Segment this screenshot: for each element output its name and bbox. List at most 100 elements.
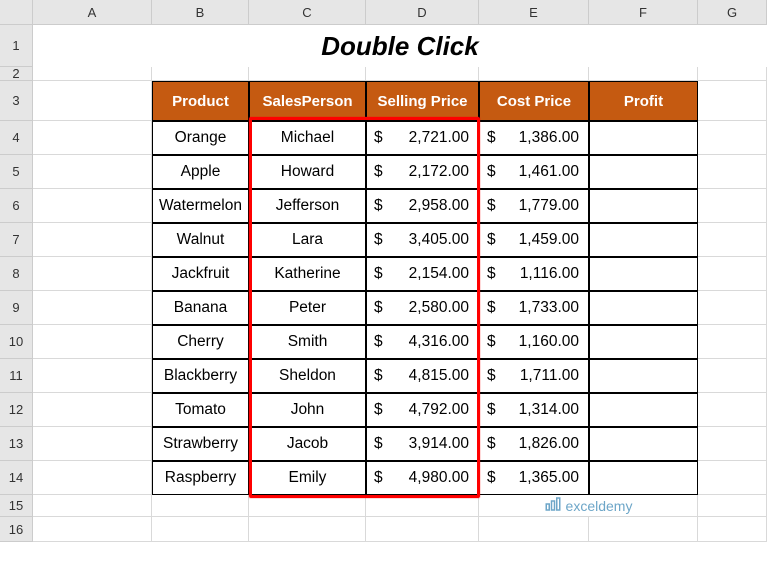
cell-selling-price[interactable]: $4,815.00	[366, 359, 479, 393]
cell-C15[interactable]	[249, 495, 366, 517]
cell-salesperson[interactable]: Lara	[249, 223, 366, 257]
row-header-12[interactable]: 12	[0, 393, 33, 427]
row-header-9[interactable]: 9	[0, 291, 33, 325]
col-header-B[interactable]: B	[152, 0, 249, 25]
col-header-G[interactable]: G	[698, 0, 767, 25]
cell-selling-price[interactable]: $4,316.00	[366, 325, 479, 359]
cell-C16[interactable]	[249, 517, 366, 542]
cell-product[interactable]: Tomato	[152, 393, 249, 427]
cell-profit[interactable]	[589, 393, 698, 427]
cell-G4[interactable]	[698, 121, 767, 155]
cell-product[interactable]: Blackberry	[152, 359, 249, 393]
cell-G13[interactable]	[698, 427, 767, 461]
col-header-A[interactable]: A	[33, 0, 152, 25]
cell-A4[interactable]	[33, 121, 152, 155]
col-header-F[interactable]: F	[589, 0, 698, 25]
cell-B16[interactable]	[152, 517, 249, 542]
select-all-corner[interactable]	[0, 0, 33, 25]
cell-salesperson[interactable]: John	[249, 393, 366, 427]
cell-profit[interactable]	[589, 291, 698, 325]
cell-G2[interactable]	[698, 67, 767, 81]
cell-product[interactable]: Orange	[152, 121, 249, 155]
cell-profit[interactable]	[589, 121, 698, 155]
row-header-2[interactable]: 2	[0, 67, 33, 81]
cell-A2[interactable]	[33, 67, 152, 81]
cell-A12[interactable]	[33, 393, 152, 427]
cell-A5[interactable]	[33, 155, 152, 189]
cell-G12[interactable]	[698, 393, 767, 427]
row-header-10[interactable]: 10	[0, 325, 33, 359]
cell-profit[interactable]	[589, 155, 698, 189]
row-header-15[interactable]: 15	[0, 495, 33, 517]
cell-G15[interactable]	[698, 495, 767, 517]
row-header-5[interactable]: 5	[0, 155, 33, 189]
header-product[interactable]: Product	[152, 81, 249, 121]
row-header-8[interactable]: 8	[0, 257, 33, 291]
cell-cost-price[interactable]: $1,160.00	[479, 325, 589, 359]
cell-product[interactable]: Cherry	[152, 325, 249, 359]
cell-A15[interactable]	[33, 495, 152, 517]
cell-G5[interactable]	[698, 155, 767, 189]
cell-product[interactable]: Walnut	[152, 223, 249, 257]
col-header-E[interactable]: E	[479, 0, 589, 25]
cell-A10[interactable]	[33, 325, 152, 359]
cell-G9[interactable]	[698, 291, 767, 325]
cell-cost-price[interactable]: $1,314.00	[479, 393, 589, 427]
cell-product[interactable]: Apple	[152, 155, 249, 189]
cell-salesperson[interactable]: Smith	[249, 325, 366, 359]
cell-selling-price[interactable]: $2,721.00	[366, 121, 479, 155]
cell-selling-price[interactable]: $2,580.00	[366, 291, 479, 325]
cell-profit[interactable]	[589, 257, 698, 291]
cell-A14[interactable]	[33, 461, 152, 495]
cell-D16[interactable]	[366, 517, 479, 542]
header-profit[interactable]: Profit	[589, 81, 698, 121]
cell-G6[interactable]	[698, 189, 767, 223]
cell-cost-price[interactable]: $1,116.00	[479, 257, 589, 291]
cell-salesperson[interactable]: Emily	[249, 461, 366, 495]
row-header-14[interactable]: 14	[0, 461, 33, 495]
cell-product[interactable]: Watermelon	[152, 189, 249, 223]
cell-profit[interactable]	[589, 223, 698, 257]
cell-profit[interactable]	[589, 359, 698, 393]
cell-cost-price[interactable]: $1,733.00	[479, 291, 589, 325]
cell-salesperson[interactable]: Howard	[249, 155, 366, 189]
cell-D15[interactable]	[366, 495, 479, 517]
cell-profit[interactable]	[589, 461, 698, 495]
spreadsheet-grid[interactable]: A B C D E F G 1 Double Click 2 3 Product…	[0, 0, 767, 542]
cell-G8[interactable]	[698, 257, 767, 291]
cell-product[interactable]: Jackfruit	[152, 257, 249, 291]
cell-salesperson[interactable]: Michael	[249, 121, 366, 155]
cell-product[interactable]: Banana	[152, 291, 249, 325]
cell-salesperson[interactable]: Jacob	[249, 427, 366, 461]
cell-cost-price[interactable]: $1,459.00	[479, 223, 589, 257]
cell-cost-price[interactable]: $1,779.00	[479, 189, 589, 223]
cell-salesperson[interactable]: Sheldon	[249, 359, 366, 393]
cell-selling-price[interactable]: $3,405.00	[366, 223, 479, 257]
cell-G14[interactable]	[698, 461, 767, 495]
row-header-6[interactable]: 6	[0, 189, 33, 223]
cell-G10[interactable]	[698, 325, 767, 359]
cell-selling-price[interactable]: $2,958.00	[366, 189, 479, 223]
cell-profit[interactable]	[589, 189, 698, 223]
cell-A7[interactable]	[33, 223, 152, 257]
cell-product[interactable]: Raspberry	[152, 461, 249, 495]
cell-cost-price[interactable]: $1,461.00	[479, 155, 589, 189]
cell-G16[interactable]	[698, 517, 767, 542]
cell-G3[interactable]	[698, 81, 767, 121]
cell-product[interactable]: Strawberry	[152, 427, 249, 461]
col-header-D[interactable]: D	[366, 0, 479, 25]
cell-salesperson[interactable]: Peter	[249, 291, 366, 325]
cell-D2[interactable]	[366, 67, 479, 81]
row-header-4[interactable]: 4	[0, 121, 33, 155]
cell-A16[interactable]	[33, 517, 152, 542]
cell-selling-price[interactable]: $4,980.00	[366, 461, 479, 495]
row-header-7[interactable]: 7	[0, 223, 33, 257]
cell-E2[interactable]	[479, 67, 589, 81]
row-header-16[interactable]: 16	[0, 517, 33, 542]
row-header-1[interactable]: 1	[0, 25, 33, 67]
cell-A8[interactable]	[33, 257, 152, 291]
cell-F2[interactable]	[589, 67, 698, 81]
cell-profit[interactable]	[589, 427, 698, 461]
cell-A11[interactable]	[33, 359, 152, 393]
cell-selling-price[interactable]: $3,914.00	[366, 427, 479, 461]
